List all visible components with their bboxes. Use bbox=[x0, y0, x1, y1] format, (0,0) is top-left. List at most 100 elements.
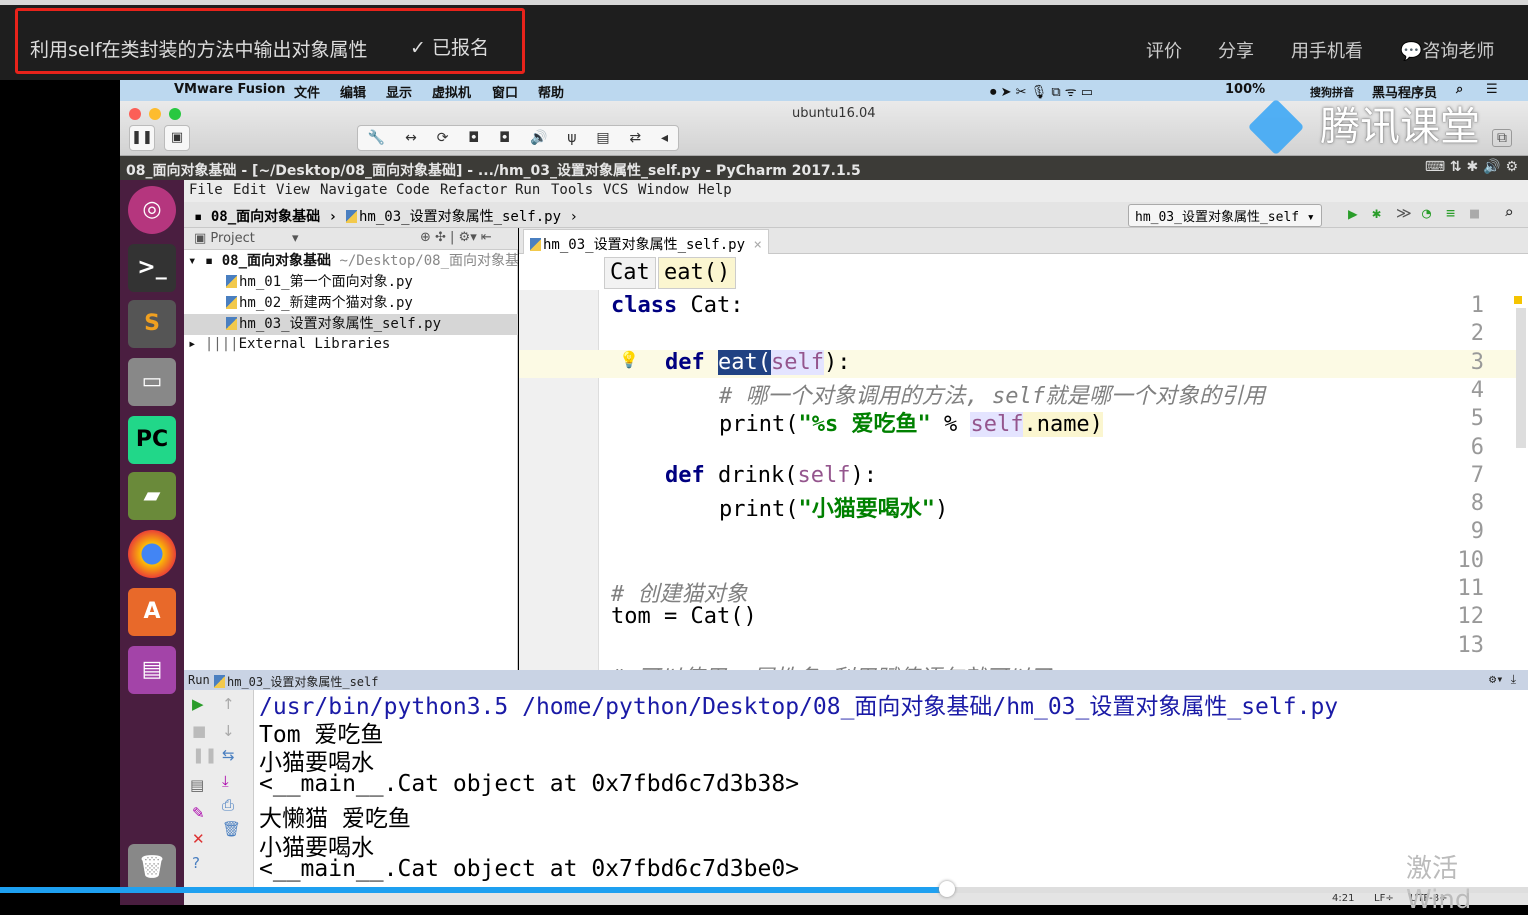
panel-tool-icons[interactable]: ⊕ ✣ | ⚙▾ ⇤ bbox=[420, 230, 492, 245]
code-area[interactable]: 1 2 3 4 5 6 7 8 9 10 11 12 13 💡 class Ca… bbox=[519, 290, 1528, 670]
help-icon[interactable]: ? bbox=[192, 854, 200, 872]
menu-refactor[interactable]: Refactor bbox=[440, 182, 507, 198]
wrap-icon[interactable]: ⇆ bbox=[222, 746, 235, 764]
sublime-icon[interactable]: S bbox=[128, 300, 176, 348]
pycharm-icon[interactable]: PC bbox=[128, 416, 176, 464]
line-separator[interactable]: LF÷ bbox=[1374, 893, 1394, 904]
software-center-icon[interactable]: A bbox=[128, 588, 176, 636]
video-progress-bar[interactable] bbox=[0, 881, 1528, 897]
workspace-icon[interactable]: ▤ bbox=[128, 646, 176, 694]
app-menu[interactable]: VMware Fusion bbox=[174, 82, 285, 97]
menu-vcs[interactable]: VCS bbox=[603, 182, 628, 198]
line-number: 11 bbox=[1457, 576, 1485, 601]
input-method[interactable]: 搜狗拼音 bbox=[1310, 84, 1354, 100]
chevron-down-icon[interactable]: ▾ bbox=[292, 231, 299, 246]
tab-hm03[interactable]: hm_03_设置对象属性_self.py × bbox=[523, 229, 769, 254]
debug-icon[interactable]: ✱ bbox=[1372, 204, 1381, 222]
editor-scrollbar[interactable] bbox=[1516, 308, 1526, 448]
menu-file[interactable]: File bbox=[189, 182, 223, 198]
crumb-method[interactable]: eat() bbox=[658, 257, 737, 289]
print-icon[interactable]: ⎙ bbox=[222, 796, 234, 814]
menu-edit[interactable]: Edit bbox=[233, 182, 267, 198]
line-number: 6 bbox=[1470, 435, 1484, 460]
menu-edit[interactable]: 编辑 bbox=[340, 82, 366, 101]
nav-file[interactable]: hm_03_设置对象属性_self.py › bbox=[346, 206, 578, 226]
rate-link[interactable]: 评价 bbox=[1146, 37, 1182, 63]
self-ref: self bbox=[970, 412, 1024, 437]
rerun-icon[interactable]: ▶ bbox=[192, 695, 204, 713]
output-line: /usr/bin/python3.5 /home/python/Desktop/… bbox=[259, 694, 1339, 720]
share-link[interactable]: 分享 bbox=[1218, 37, 1254, 63]
menu-run[interactable]: Run bbox=[515, 182, 540, 198]
tree-external-libraries[interactable]: ▸ ||||External Libraries bbox=[184, 334, 518, 355]
line-number: 3 bbox=[1470, 350, 1484, 375]
python-file-icon bbox=[226, 317, 237, 330]
crumb-class[interactable]: Cat bbox=[604, 257, 656, 289]
mobile-link[interactable]: 用手机看 bbox=[1291, 37, 1363, 63]
user-name[interactable]: 黑马程序员 bbox=[1372, 82, 1437, 101]
terminal-icon[interactable]: >_ bbox=[128, 244, 176, 292]
ubuntu-title-bar: 08_面向对象基础 - [~/Desktop/08_面向对象基础] - .../… bbox=[120, 156, 1528, 180]
files-icon[interactable]: ▭ bbox=[128, 358, 176, 406]
concurrency-icon[interactable]: ≡ bbox=[1446, 204, 1455, 222]
coverage-icon[interactable]: ≫ bbox=[1396, 204, 1412, 222]
tree-root[interactable]: ▾ ▪ 08_面向对象基础 ~/Desktop/08_面向对象基础 bbox=[184, 251, 518, 272]
search-icon[interactable]: ⌕ bbox=[1456, 82, 1463, 97]
vm-tools-group[interactable]: 🔧 ↔ ⟳ ◘ ◘ 🔊 ψ ▤ ⇄ ◂ bbox=[357, 125, 679, 151]
search-everywhere-icon[interactable]: ⌕ bbox=[1504, 203, 1514, 222]
python-file-icon bbox=[530, 238, 541, 251]
book-icon[interactable]: ▰ bbox=[128, 472, 176, 520]
menu-view[interactable]: View bbox=[276, 182, 310, 198]
run-icon[interactable]: ▶ bbox=[1348, 204, 1358, 223]
menu-vm[interactable]: 虚拟机 bbox=[432, 82, 471, 101]
close-icon[interactable]: ✕ bbox=[192, 830, 205, 848]
project-view-select[interactable]: ▣ Project bbox=[194, 231, 255, 246]
pin-icon[interactable]: ✎ bbox=[192, 804, 205, 822]
menu-code[interactable]: Code bbox=[396, 182, 430, 198]
settings-icon[interactable]: ⚙▾ ⤓ bbox=[1489, 672, 1516, 687]
profile-icon[interactable]: ◔ bbox=[1422, 204, 1431, 222]
tree-file-selected[interactable]: hm_03_设置对象属性_self.py bbox=[184, 314, 518, 335]
run-config-select[interactable]: hm_03_设置对象属性_self ▾ bbox=[1128, 204, 1322, 227]
close-icon[interactable]: × bbox=[753, 237, 761, 253]
up-icon[interactable]: ↑ bbox=[222, 695, 235, 713]
chrome-icon[interactable] bbox=[128, 530, 176, 578]
trash-icon[interactable]: 🗑 bbox=[128, 844, 176, 892]
list-icon[interactable]: ☰ bbox=[1486, 82, 1498, 97]
consult-link[interactable]: 💬咨询老师 bbox=[1400, 37, 1494, 63]
code-text: ) bbox=[934, 497, 949, 522]
menu-tools[interactable]: Tools bbox=[551, 182, 593, 198]
pause-icon[interactable]: ❚❚ bbox=[192, 746, 217, 764]
lightbulb-icon[interactable]: 💡 bbox=[619, 350, 639, 369]
dump-icon[interactable]: ▤ bbox=[190, 776, 204, 794]
ubuntu-dash-icon[interactable]: ◎ bbox=[128, 186, 176, 234]
file-label: hm_03_设置对象属性_self.py bbox=[239, 316, 442, 332]
menu-window[interactable]: Window bbox=[638, 182, 689, 198]
restore-icon[interactable]: ⧉ bbox=[1492, 129, 1512, 147]
line-number: 7 bbox=[1470, 463, 1484, 488]
pause-button[interactable]: ❚❚ bbox=[129, 125, 155, 151]
menu-view[interactable]: 显示 bbox=[386, 82, 412, 101]
nav-folder[interactable]: ▪ 08_面向对象基础 › bbox=[194, 206, 337, 226]
close-button[interactable] bbox=[129, 108, 141, 120]
zoom-button[interactable] bbox=[169, 108, 181, 120]
caret-position[interactable]: 4:21 bbox=[1332, 893, 1354, 904]
menu-help[interactable]: Help bbox=[698, 182, 732, 198]
line-number: 8 bbox=[1470, 491, 1484, 516]
menu-window[interactable]: 窗口 bbox=[492, 82, 518, 101]
menu-navigate[interactable]: Navigate bbox=[320, 182, 387, 198]
output-line: <__main__.Cat object at 0x7fbd6c7d3be0> bbox=[259, 856, 800, 882]
menu-file[interactable]: 文件 bbox=[294, 82, 320, 101]
down-icon[interactable]: ↓ bbox=[222, 722, 235, 740]
minimize-button[interactable] bbox=[149, 108, 161, 120]
inspection-indicator[interactable] bbox=[1514, 296, 1522, 304]
tree-file[interactable]: hm_01_第一个面向对象.py bbox=[184, 272, 518, 293]
course-title: 利用self在类封装的方法中输出对象属性 bbox=[30, 39, 368, 61]
tree-file[interactable]: hm_02_新建两个猫对象.py bbox=[184, 293, 518, 314]
clear-icon[interactable]: 🗑 bbox=[222, 820, 241, 838]
menu-help[interactable]: 帮助 bbox=[538, 82, 564, 101]
stop-icon[interactable]: ■ bbox=[192, 722, 206, 740]
stop-icon[interactable]: ■ bbox=[1470, 204, 1479, 222]
scroll-end-icon[interactable]: ⤓ bbox=[222, 772, 229, 790]
snapshot-button[interactable]: ▣ bbox=[164, 125, 190, 151]
